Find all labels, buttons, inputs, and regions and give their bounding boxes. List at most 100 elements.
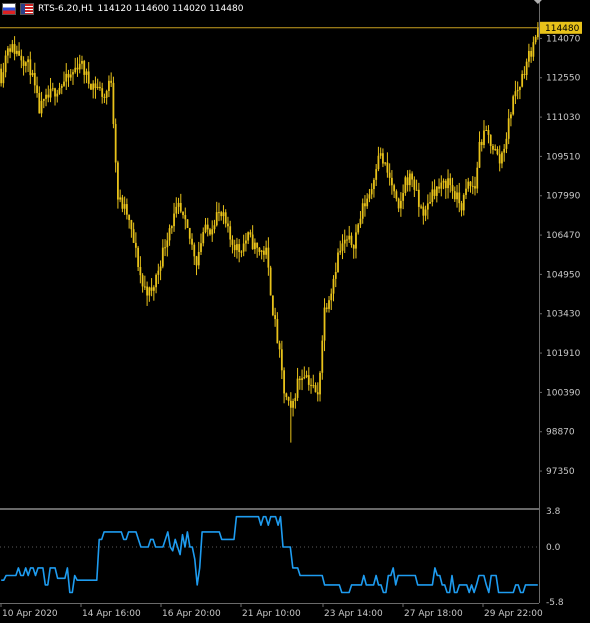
candle-body: [292, 400, 294, 408]
candle-body: [121, 197, 124, 209]
candle-body: [413, 179, 416, 190]
candle-body: [498, 154, 501, 164]
candle-body: [368, 194, 371, 199]
candle-body: [527, 50, 530, 62]
candle-body: [339, 250, 342, 253]
candle-body: [76, 67, 79, 70]
candle-body: [262, 250, 265, 255]
candle-body: [200, 243, 202, 252]
candle-body: [442, 180, 445, 183]
candle-body: [229, 226, 232, 240]
candle-body: [38, 93, 41, 114]
symbol-label: RTS-6.20,H1: [38, 4, 94, 14]
candle-body: [177, 202, 180, 207]
candle-body: [224, 212, 227, 224]
candle-body: [494, 148, 497, 150]
candle-body: [492, 145, 494, 150]
chart-window[interactable]: RTS-6.20,H1 114120 114600 114020 114480 …: [0, 0, 590, 620]
candle-body: [193, 244, 196, 257]
candle-body: [489, 134, 492, 146]
price-tick-label: 111030: [546, 113, 581, 123]
candle-body: [110, 80, 113, 83]
candle-body: [6, 48, 9, 56]
candle-body: [134, 242, 137, 248]
candle-body: [227, 223, 229, 227]
candle-body: [128, 214, 131, 221]
candle-body: [402, 193, 405, 201]
price-tick-label: 97350: [546, 467, 575, 477]
candle-body: [471, 185, 474, 187]
candle-body: [63, 81, 65, 86]
candle-body: [514, 91, 517, 97]
candle-body: [49, 88, 52, 98]
candle-body: [29, 59, 32, 76]
time-tick-label: 21 Apr 10:00: [242, 609, 301, 619]
candle-body: [150, 287, 153, 291]
time-tick-label: 10 Apr 2020: [2, 609, 58, 619]
candle-body: [87, 71, 90, 84]
candle-body: [123, 204, 126, 209]
candle-body: [426, 203, 429, 210]
candle-body: [141, 275, 144, 287]
candle-body: [516, 89, 519, 92]
candle-body: [343, 239, 346, 244]
candle-body: [240, 251, 243, 253]
candle-body: [231, 239, 234, 245]
candle-body: [364, 203, 366, 207]
candle-body: [13, 44, 16, 54]
candle-body: [469, 181, 472, 186]
candle-body: [31, 72, 34, 76]
candle-body: [179, 202, 182, 212]
candle-body: [415, 189, 418, 191]
candle-body: [139, 267, 142, 276]
candle-body: [218, 212, 220, 214]
candle-body: [236, 244, 238, 251]
candle-body: [258, 247, 261, 252]
usa-flag-icon: [20, 3, 34, 15]
candle-body: [45, 94, 47, 99]
candle-body: [438, 186, 440, 189]
candle-body: [480, 141, 483, 146]
candle-body: [375, 169, 378, 180]
candle-body: [390, 177, 393, 186]
candle-body: [523, 73, 526, 75]
candle-body: [350, 235, 353, 245]
candle-body: [108, 80, 110, 91]
candle-body: [159, 266, 162, 271]
candle-body: [186, 219, 189, 228]
price-tick-label: 106470: [546, 231, 581, 241]
candle-body: [280, 349, 283, 371]
price-chart[interactable]: 114070 112550 111030 109510 107990 106470 1049…: [0, 0, 590, 620]
candle-body: [276, 319, 279, 344]
candle-body: [420, 206, 422, 208]
current-price-label: 114480: [545, 24, 580, 34]
candle-body: [83, 61, 86, 75]
candle-body: [220, 212, 223, 217]
candle-body: [211, 229, 214, 235]
candle-body: [242, 243, 245, 252]
candle-body: [256, 242, 259, 248]
candle-body: [355, 232, 357, 249]
candle-body: [22, 60, 25, 66]
candle-body: [395, 191, 398, 199]
candle-body: [99, 86, 101, 89]
candle-body: [119, 197, 122, 200]
candle-body: [117, 162, 119, 200]
candle-body: [458, 192, 461, 204]
candle-body: [170, 226, 173, 229]
time-tick-label: 29 Apr 22:00: [484, 609, 543, 619]
candle-body: [78, 63, 81, 70]
candle-body: [166, 240, 169, 248]
candle-body: [152, 287, 155, 291]
candle-body: [247, 232, 250, 241]
candle-body: [202, 232, 205, 244]
candle-body: [474, 186, 476, 189]
candle-body: [444, 180, 447, 189]
candle-body: [85, 71, 88, 75]
candle-body: [245, 240, 247, 244]
price-tick-label: 101910: [546, 349, 581, 359]
candle-body: [24, 62, 27, 66]
candle-body: [429, 201, 431, 204]
candle-body: [267, 247, 270, 268]
price-tick-label: 107990: [546, 192, 581, 202]
